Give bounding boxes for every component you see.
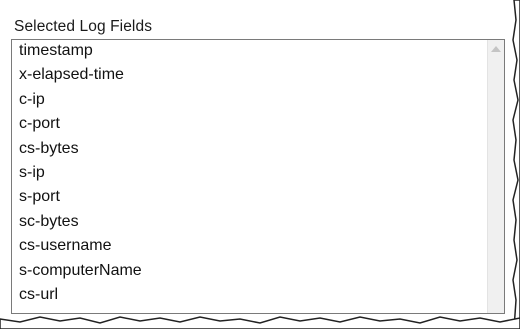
list-item[interactable]: sc-bytes [12, 211, 487, 235]
list-item[interactable]: s-ip [12, 162, 487, 186]
list-item[interactable]: s-port [12, 186, 487, 210]
list-item[interactable]: cs-username [12, 235, 487, 259]
vertical-scrollbar[interactable] [487, 40, 504, 313]
list-item[interactable]: cs-bytes [12, 138, 487, 162]
list-item[interactable]: c-port [12, 113, 487, 137]
list-item[interactable]: c-ip [12, 89, 487, 113]
scroll-up-arrow-icon[interactable] [491, 46, 501, 52]
list-item[interactable]: x-elapsed-time [12, 64, 487, 88]
torn-edge-right [512, 0, 520, 329]
selected-log-fields-panel: Selected Log Fields timestamp x-elapsed-t… [0, 0, 520, 329]
list-item[interactable]: timestamp [12, 40, 487, 64]
list-item[interactable]: s-computerName [12, 260, 487, 284]
group-title: Selected Log Fields [14, 18, 153, 35]
selected-log-fields-listbox[interactable]: timestamp x-elapsed-time c-ip c-port cs-byte… [11, 39, 505, 314]
list-item[interactable]: cs-url [12, 284, 487, 308]
fields-list: timestamp x-elapsed-time c-ip c-port cs-byte… [12, 40, 487, 313]
